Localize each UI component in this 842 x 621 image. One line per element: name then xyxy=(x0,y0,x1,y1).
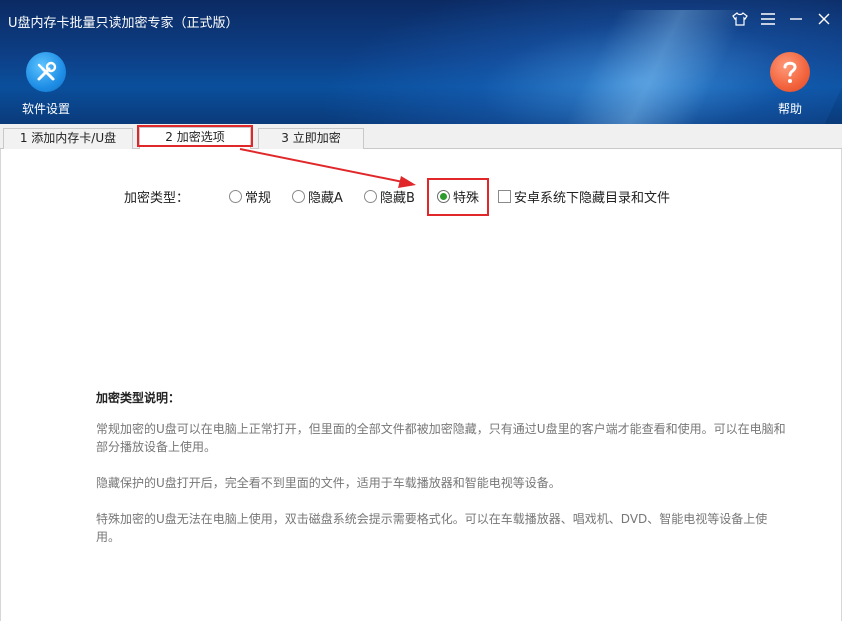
radio-special-label: 特殊 xyxy=(453,191,480,206)
help-label: 帮助 xyxy=(777,102,802,116)
settings-button[interactable]: 软件设置 xyxy=(22,52,70,117)
radio-hidden-a-circle xyxy=(292,190,305,203)
window-controls xyxy=(730,8,834,30)
android-hide-checkbox[interactable]: 安卓系统下隐藏目录和文件 xyxy=(498,187,670,206)
android-hide-checkbox-box xyxy=(498,190,511,203)
tools-icon xyxy=(26,52,66,92)
description-heading: 加密类型说明： xyxy=(96,391,181,405)
radio-normal[interactable]: 常规 xyxy=(229,187,271,206)
android-hide-checkbox-label: 安卓系统下隐藏目录和文件 xyxy=(514,191,671,206)
question-mark-icon xyxy=(770,52,810,92)
tab-encrypt-now[interactable]: 3 立即加密 xyxy=(258,128,364,149)
description-hidden: 隐藏保护的U盘打开后，完全看不到里面的文件，适用于车载播放器和智能电视等设备。 xyxy=(96,476,561,490)
menu-icon[interactable] xyxy=(758,8,778,30)
radio-normal-label: 常规 xyxy=(245,191,272,206)
radio-special-circle xyxy=(437,190,450,203)
radio-special[interactable]: 特殊 xyxy=(437,187,479,206)
radio-hidden-a[interactable]: 隐藏A xyxy=(292,187,343,206)
title-bar: U盘内存卡批量只读加密专家（正式版） 软件设置 帮助 xyxy=(0,0,842,124)
radio-hidden-b-label: 隐藏B xyxy=(380,191,415,206)
radio-hidden-b-circle xyxy=(364,190,377,203)
skin-icon[interactable] xyxy=(730,8,750,30)
tab-bar: 1 添加内存卡/U盘 2 加密选项 3 立即加密 xyxy=(0,124,842,149)
tab-encryption-options[interactable]: 2 加密选项 xyxy=(139,127,251,149)
minimize-icon[interactable] xyxy=(786,8,806,30)
tab-add-card[interactable]: 1 添加内存卡/U盘 xyxy=(3,128,133,149)
radio-normal-circle xyxy=(229,190,242,203)
app-title: U盘内存卡批量只读加密专家（正式版） xyxy=(8,16,239,31)
radio-hidden-a-label: 隐藏A xyxy=(308,191,343,206)
settings-label: 软件设置 xyxy=(22,102,71,116)
help-button[interactable]: 帮助 xyxy=(770,52,810,117)
description-normal: 常规加密的U盘可以在电脑上正常打开，但里面的全部文件都被加密隐藏，只有通过U盘里… xyxy=(96,422,786,454)
description-special: 特殊加密的U盘无法在电脑上使用，双击磁盘系统会提示需要格式化。可以在车载播放器、… xyxy=(96,512,768,544)
encryption-type-label: 加密类型： xyxy=(124,191,190,206)
radio-hidden-b[interactable]: 隐藏B xyxy=(364,187,415,206)
close-icon[interactable] xyxy=(814,8,834,30)
type-description: 加密类型说明： 常规加密的U盘可以在电脑上正常打开，但里面的全部文件都被加密隐藏… xyxy=(96,389,786,564)
